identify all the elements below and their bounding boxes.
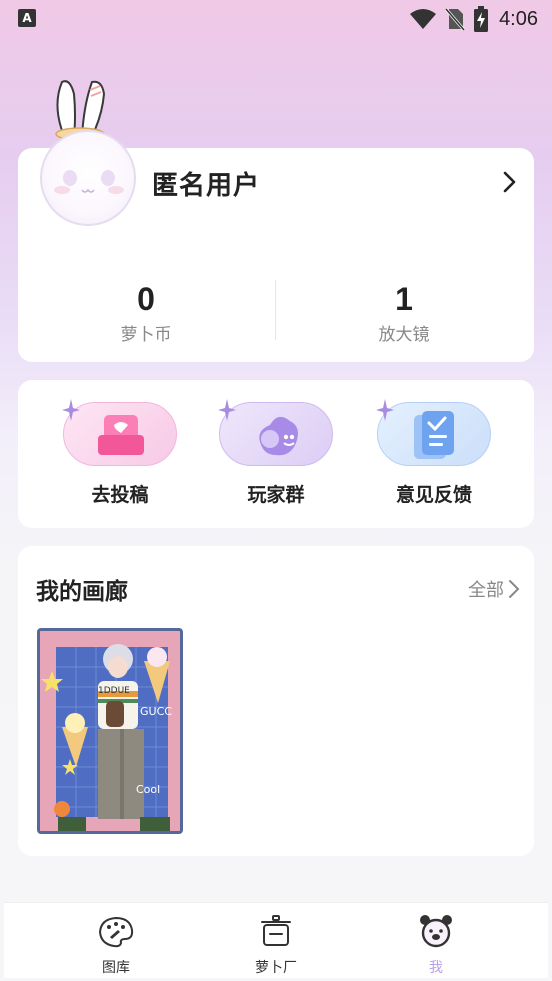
player-group-icon (259, 416, 298, 456)
artwork-text-2: GUCC (140, 705, 172, 718)
player-group-label: 玩家群 (247, 484, 305, 506)
tab-gallery-label: 图库 (102, 960, 130, 976)
username[interactable]: 匿名用户 (152, 165, 260, 202)
feedback-label: 意见反馈 (395, 484, 472, 506)
quick-actions-card: 去投稿 玩家群 意见反馈 (18, 380, 534, 528)
magnifier-label: 放大镜 (378, 325, 430, 345)
bear-icon (420, 915, 452, 948)
feedback-action[interactable]: 意见反馈 (374, 399, 494, 507)
gallery-all-label[interactable]: 全部 (468, 576, 504, 602)
feedback-pill[interactable] (376, 399, 491, 466)
player-group-action[interactable]: 玩家群 (216, 399, 336, 507)
no-sim-icon (445, 8, 466, 31)
battery-charging-icon (474, 6, 489, 32)
artwork-text-1: 1DDUE (98, 686, 130, 696)
artwork-text-3: Cool (136, 783, 160, 796)
tab-me-label: 我 (429, 960, 443, 976)
feedback-icon (414, 411, 454, 459)
tab-me[interactable]: 我 (376, 913, 496, 977)
submit-label: 去投稿 (91, 484, 149, 506)
status-time: 4:06 (499, 7, 538, 30)
chevron-right-icon[interactable] (508, 579, 520, 599)
submit-icon (98, 415, 144, 455)
app-notification-icon: A (18, 9, 36, 27)
stat-coins[interactable]: 0 萝卜币 (18, 280, 274, 345)
palette-icon (98, 916, 134, 948)
pot-icon (261, 915, 291, 946)
gallery-title: 我的画廊 (36, 579, 128, 605)
player-group-pill[interactable] (218, 399, 333, 466)
status-icons: 4:06 (409, 5, 538, 33)
tab-factory[interactable]: 萝卜厂 (216, 913, 336, 977)
avatar-container[interactable] (36, 76, 140, 232)
avatar[interactable] (40, 130, 136, 226)
gallery-all-link[interactable]: 全部 (468, 576, 520, 602)
gallery-card: 我的画廊 全部 1DDUE GUCC Cool (18, 546, 534, 856)
coins-value: 0 (137, 281, 155, 317)
wifi-icon (410, 9, 437, 29)
bottom-tab-bar: 图库 萝卜厂 我 (4, 902, 548, 978)
tab-gallery[interactable]: 图库 (56, 913, 176, 977)
status-bar: A 4:06 (0, 0, 552, 38)
stat-magnifier[interactable]: 1 放大镜 (276, 280, 532, 345)
sparkle-icon (62, 399, 80, 421)
coins-label: 萝卜币 (120, 325, 172, 345)
bunny-face-icon (54, 170, 124, 194)
sparkle-icon (376, 399, 394, 421)
artwork-thumbnail[interactable]: 1DDUE GUCC Cool (37, 628, 183, 834)
submit-pill[interactable] (62, 399, 177, 466)
submit-action[interactable]: 去投稿 (60, 399, 180, 507)
tab-factory-label: 萝卜厂 (255, 960, 297, 976)
magnifier-value: 1 (395, 281, 413, 317)
sparkle-icon (218, 399, 236, 421)
artwork-illustration: 1DDUE GUCC Cool (40, 631, 180, 831)
chevron-right-icon[interactable] (502, 170, 518, 194)
